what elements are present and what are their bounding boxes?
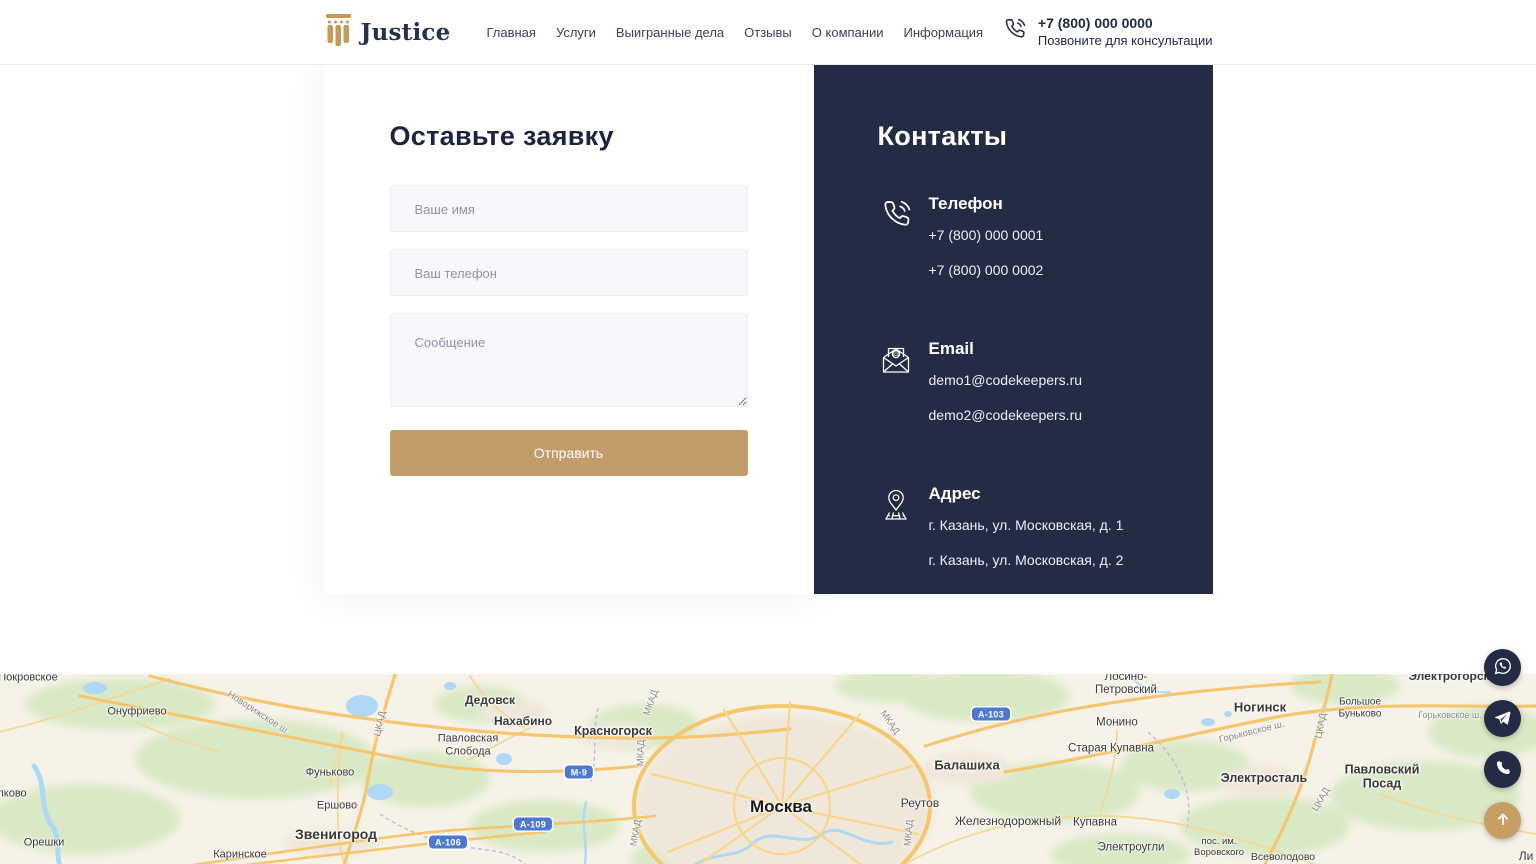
arrow-up-icon [1494,810,1512,831]
contact-phone-2[interactable]: +7 (800) 000 0002 [929,262,1044,278]
contact-phone-1[interactable]: +7 (800) 000 0001 [929,227,1044,243]
nav-item-about[interactable]: О компании [812,25,884,40]
request-section: Оставьте заявку Отправить Контакты Телеф… [324,65,1213,594]
map-label: Балашиха [934,759,999,774]
map-label: Фуньково [306,767,355,780]
map-label: Всеволодово [1251,851,1315,863]
contact-address-1[interactable]: г. Казань, ул. Московская, д. 1 [929,517,1124,533]
map-label: ЦКАД [373,710,389,737]
map-label: Павловский Посад [1345,763,1420,792]
map-label: Реутов [901,797,939,811]
map-label: Покровское [0,674,58,684]
contact-address-2[interactable]: г. Казань, ул. Московская, д. 2 [929,552,1124,568]
map-label: Большое Буньково [1339,697,1382,720]
map-label: МКАД [877,709,901,737]
scroll-top-button[interactable] [1484,802,1521,839]
map-label: Монино [1096,716,1138,729]
contacts-panel: Контакты Телефон +7 (800) 000 0001 +7 (8… [814,65,1213,594]
location-icon [878,484,916,587]
map-label: Дедовск [465,694,515,708]
site-header: Justice Главная Услуги Выигранные дела О… [0,0,1536,65]
header-phone-note: Позвоните для консультации [1038,33,1213,49]
contact-email-2[interactable]: demo2@codekeepers.ru [929,407,1083,423]
map-label: лково [0,788,27,801]
contact-email-1[interactable]: demo1@codekeepers.ru [929,372,1083,388]
column-icon [324,13,354,52]
map[interactable]: Покровское Онуфриево Новорижское ш. ЦКАД Дед… [0,674,1536,864]
map-label: ЦКАД [1314,712,1329,739]
call-button[interactable] [1484,751,1521,788]
email-icon: @ [878,339,916,442]
map-label: Онуфриево [107,706,166,719]
nav-item-reviews[interactable]: Отзывы [744,25,792,40]
map-label: Лосино- Петровский [1095,674,1157,697]
road-badge: А-106 [429,836,467,849]
name-input[interactable] [390,186,748,232]
contact-address-block: Адрес г. Казань, ул. Московская, д. 1 г.… [878,484,1183,587]
contact-email-heading: Email [929,339,1083,359]
map-label: Новорижское ш. [225,690,291,738]
request-form: Оставьте заявку Отправить [324,65,814,594]
map-label: Павловская Слобода [438,732,499,757]
map-label: Каринское [213,849,267,862]
nav-item-home[interactable]: Главная [486,25,535,40]
contact-phone-block: Телефон +7 (800) 000 0001 +7 (800) 000 0… [878,194,1183,297]
logo-text: Justice [361,19,451,46]
map-label: Нахабино [494,715,552,729]
nav-item-services[interactable]: Услуги [556,25,596,40]
telegram-button[interactable] [1484,700,1521,737]
contact-address-heading: Адрес [929,484,1124,504]
map-label: МКАД [636,740,648,767]
contact-phone-heading: Телефон [929,194,1044,214]
phone-icon [1001,16,1028,48]
nav-item-won-cases[interactable]: Выигранные дела [616,25,724,40]
whatsapp-icon [1493,656,1513,679]
map-label: Горьковское ш. [1218,720,1286,747]
telegram-icon [1493,708,1512,730]
header-phone-number: +7 (800) 000 0000 [1038,15,1213,33]
road-badge: А-109 [514,818,552,831]
svg-text:@: @ [892,351,899,358]
map-label: Купавна [1073,816,1117,829]
map-label: Электрогорск [1408,674,1489,684]
main-nav: Главная Услуги Выигранные дела Отзывы О … [486,25,983,40]
nav-item-info[interactable]: Информация [903,25,983,40]
map-label: Орешки [24,837,65,850]
map-label: Железнодорожный [955,815,1061,829]
map-label: Ершово [317,800,357,813]
map-label: Ногинск [1234,701,1286,716]
submit-button[interactable]: Отправить [390,430,748,476]
header-phone[interactable]: +7 (800) 000 0000 Позвоните для консульт… [1001,15,1213,49]
map-label: МКАД [642,689,661,718]
map-label: Москва [750,797,812,817]
contacts-title: Контакты [878,121,1183,152]
map-label: Горьковское ш. [1418,710,1481,720]
map-label: МКАД [903,819,916,846]
map-label: Электросталь [1221,771,1307,785]
map-label: Красногорск [574,724,652,738]
contact-email-block: @ Email demo1@codekeepers.ru demo2@codek… [878,339,1183,442]
phone-icon [1494,759,1512,780]
road-badge: М-9 [565,766,593,779]
phone-input[interactable] [390,250,748,296]
map-labels: Покровское Онуфриево Новорижское ш. ЦКАД Дед… [0,674,1536,864]
map-label: Старая Купавна [1068,742,1154,755]
map-label: Звенигород [295,826,377,842]
map-label: ЦКАД [1311,786,1333,814]
form-title: Оставьте заявку [390,121,748,152]
map-label: Электроугли [1098,841,1165,854]
road-badge: А-103 [972,708,1010,721]
map-label: пос. им. Воровского [1194,837,1244,859]
message-textarea[interactable] [390,314,748,407]
map-label: Ли [1519,850,1534,864]
map-label: МКАД [629,819,644,847]
phone-icon [878,194,916,297]
whatsapp-button[interactable] [1484,649,1521,686]
logo[interactable]: Justice [324,13,451,52]
